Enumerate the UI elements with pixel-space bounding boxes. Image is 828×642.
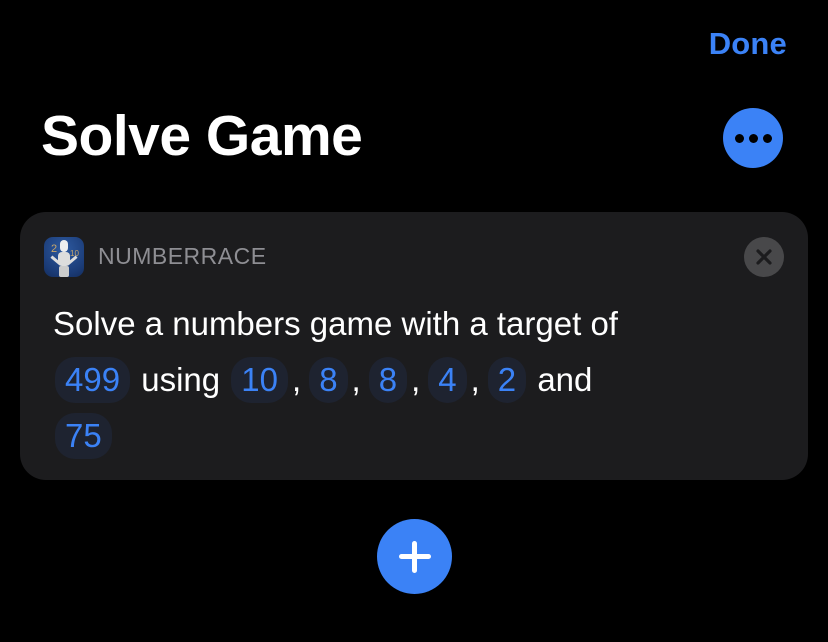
number-token[interactable]: 2	[487, 357, 527, 403]
close-icon	[756, 249, 772, 265]
separator: ,	[292, 361, 302, 398]
and-word: and	[537, 361, 593, 398]
remove-action-button[interactable]	[744, 237, 784, 277]
number-token[interactable]: 8	[309, 357, 348, 403]
numberrace-app-icon: 2 10	[44, 237, 84, 277]
action-card: 2 10 NUMBERRACE Solve a numbers game wit…	[20, 212, 808, 480]
done-button[interactable]: Done	[709, 26, 787, 62]
page-title: Solve Game	[41, 104, 363, 168]
number-token[interactable]: 4	[428, 357, 467, 403]
app-name-label: NUMBERRACE	[98, 243, 267, 269]
using-word: using	[141, 361, 221, 398]
action-sentence: Solve a numbers game with a target of 49…	[53, 296, 753, 464]
separator: ,	[470, 361, 480, 398]
more-button[interactable]	[723, 108, 783, 168]
separator: ,	[411, 361, 421, 398]
number-token[interactable]: 10	[231, 357, 289, 403]
plus-icon	[398, 540, 431, 573]
ellipsis-icon	[734, 133, 772, 143]
number-token[interactable]: 75	[55, 413, 112, 459]
add-action-button[interactable]	[377, 519, 452, 594]
number-token[interactable]: 8	[368, 357, 408, 403]
sentence-prefix: Solve a numbers game with a target of	[53, 305, 618, 342]
target-token[interactable]: 499	[55, 357, 131, 403]
separator: ,	[351, 361, 361, 398]
